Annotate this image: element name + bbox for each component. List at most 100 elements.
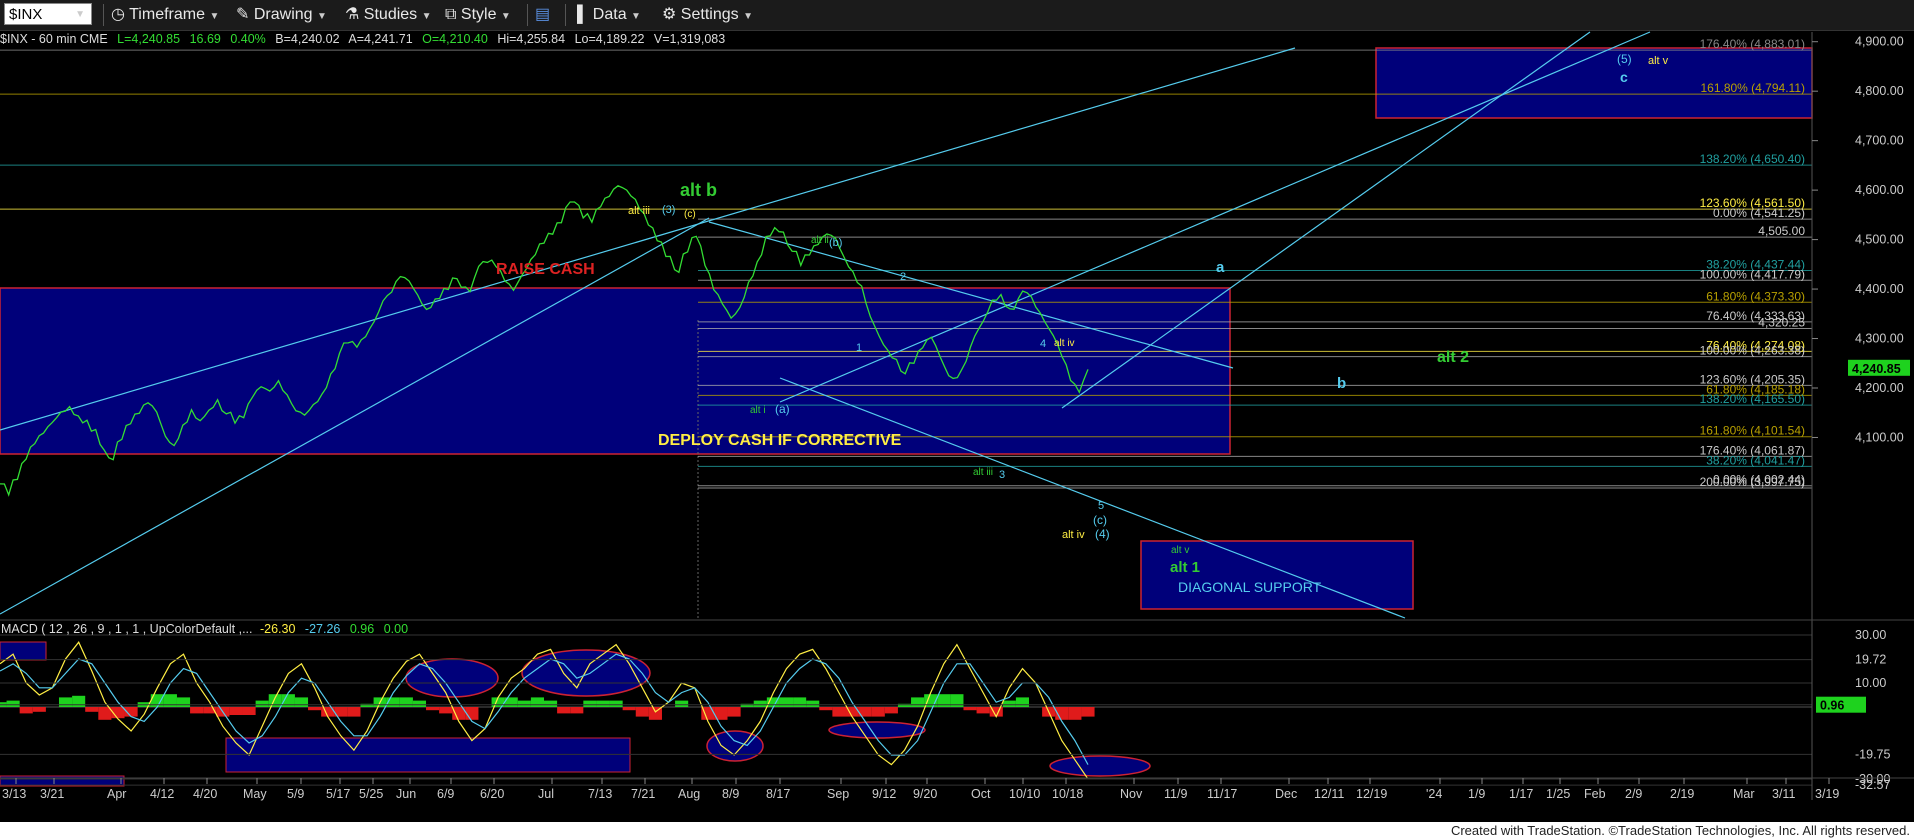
wave-annotation: (5) <box>1617 52 1632 66</box>
wave-annotation: (c) <box>684 209 696 220</box>
macd-histogram-bar <box>426 707 440 711</box>
time-tick-label: 1/17 <box>1509 787 1533 801</box>
macd-histogram-bar <box>530 697 544 707</box>
wave-annotation: 5 <box>1098 500 1104 512</box>
macd-highlight-ellipse <box>828 721 926 739</box>
time-tick-label: 9/20 <box>913 787 937 801</box>
wave-annotation: DEPLOY CASH IF CORRECTIVE <box>658 432 902 449</box>
time-tick-label: 7/13 <box>588 787 612 801</box>
last-price-label: 4,240.85 <box>1852 362 1901 376</box>
time-tick-label: 4/20 <box>193 787 217 801</box>
time-tick-label: 11/9 <box>1164 787 1187 801</box>
fib-level-label: 138.20% (4,650.40) <box>1700 152 1805 166</box>
time-tick-label: 4/12 <box>150 787 174 801</box>
macd-histogram-bar <box>190 707 204 714</box>
time-tick-label: 6/9 <box>437 787 454 801</box>
wave-annotation: alt iv <box>1062 529 1085 541</box>
macd-histogram-bar <box>294 697 309 707</box>
macd-histogram-bar <box>85 707 99 712</box>
time-tick-label: 1/25 <box>1546 787 1570 801</box>
macd-histogram-bar <box>570 707 584 714</box>
time-tick-label: 1/9 <box>1468 787 1485 801</box>
macd-histogram-bar <box>229 707 243 715</box>
macd-histogram-bar <box>583 700 597 707</box>
macd-histogram-bar <box>832 707 846 717</box>
wave-annotation: (3) <box>662 204 675 216</box>
fib-level-label: 161.80% (4,101.54) <box>1700 424 1805 438</box>
time-tick-label: Apr <box>107 787 126 801</box>
macd-histogram-bar <box>32 707 46 712</box>
macd-zero-value: 0.00 <box>383 622 409 636</box>
time-tick-label: Feb <box>1584 787 1606 801</box>
wave-annotation: 1 <box>856 342 862 354</box>
wave-annotation: alt iv <box>1054 338 1075 349</box>
macd-tick-label: 30.00 <box>1855 628 1886 642</box>
time-tick-label: 3/11 <box>1772 787 1795 801</box>
macd-histogram-bar <box>1081 707 1095 717</box>
time-tick-label: 8/17 <box>766 787 790 801</box>
wave-annotation: alt ii <box>811 235 829 246</box>
price-chart[interactable]: 176.40% (4,883.01)161.80% (4,794.11)138.… <box>0 0 1914 822</box>
fib-level-label: 38.20% (4,041.47) <box>1706 453 1805 467</box>
price-tick-label: 4,600.00 <box>1855 183 1904 197</box>
wave-annotation: (4) <box>1095 527 1110 541</box>
macd-header: MACD ( 12 , 26 , 9 , 1 , 1 , UpColorDefa… <box>1 622 408 636</box>
macd-histogram-bar <box>19 707 33 714</box>
price-tick-label: 4,800.00 <box>1855 84 1904 98</box>
price-tick-label: 4,400.00 <box>1855 282 1904 296</box>
time-tick-label: 3/19 <box>1815 787 1839 801</box>
time-tick-label: 7/21 <box>631 787 655 801</box>
macd-histogram-bar <box>793 697 807 707</box>
wave-annotation: alt v <box>1171 545 1189 556</box>
macd-histogram-bar <box>72 695 86 707</box>
time-tick-label: 12/11 <box>1314 787 1344 801</box>
cash-zone-band <box>0 287 1231 455</box>
macd-histogram-bar <box>819 707 833 711</box>
time-tick-label: 5/17 <box>326 787 350 801</box>
macd-histogram-bar <box>6 700 20 707</box>
time-tick-label: 5/9 <box>287 787 304 801</box>
fib-level-label: 138.20% (4,165.50) <box>1700 392 1805 406</box>
macd-highlight-ellipse <box>521 649 651 697</box>
fib-level-label: 176.40% (4,883.01) <box>1700 37 1805 51</box>
wave-annotation: alt iii <box>973 467 993 478</box>
macd-histogram-bar <box>622 707 636 711</box>
macd-histogram-bar <box>517 700 531 707</box>
wave-annotation: alt iii <box>628 205 650 217</box>
wave-annotation: alt 1 <box>1170 559 1200 576</box>
macd-histogram-bar <box>308 707 322 711</box>
footer: Created with TradeStation. ©TradeStation… <box>0 822 1914 840</box>
time-tick-label: Sep <box>827 787 849 801</box>
wave-annotation: (a) <box>775 402 790 416</box>
time-tick-label: Oct <box>971 787 991 801</box>
macd-histogram-bar <box>871 707 885 717</box>
macd-histogram-bar <box>1068 707 1082 720</box>
macd-histogram-bar <box>976 707 990 714</box>
time-tick-label: Mar <box>1733 787 1755 801</box>
macd-tick-label: 10.00 <box>1855 676 1886 690</box>
macd-zone-box <box>0 641 47 661</box>
time-tick-label: 3/21 <box>40 787 64 801</box>
macd-tick-label: -30.00 <box>1855 772 1890 786</box>
time-tick-label: Dec <box>1275 787 1297 801</box>
wave-annotation: DIAGONAL SUPPORT <box>1178 579 1322 595</box>
fib-level-label: 4,320.25 <box>1758 316 1805 330</box>
macd-histogram-bar <box>58 697 73 707</box>
macd-label: MACD ( 12 , 26 , 9 , 1 , 1 , UpColorDefa… <box>1 622 253 636</box>
macd-histogram-bar <box>806 700 820 707</box>
price-tick-label: 4,300.00 <box>1855 332 1904 346</box>
time-tick-label: 5/25 <box>359 787 383 801</box>
macd-tick-label: 19.72 <box>1855 653 1886 667</box>
time-tick-label: Aug <box>678 787 700 801</box>
wave-annotation: (c) <box>1093 513 1107 527</box>
macd-histogram-bar <box>596 700 610 707</box>
fib-level-label: 200.00% (3,997.75) <box>1700 475 1805 489</box>
macd-histogram-bar <box>753 700 767 707</box>
macd-histogram-bar <box>727 707 741 717</box>
time-tick-label: May <box>243 787 267 801</box>
price-tick-label: 4,700.00 <box>1855 134 1904 148</box>
time-tick-label: 6/20 <box>480 787 504 801</box>
macd-diff-value: 0.96 <box>349 622 375 636</box>
time-tick-label: 11/17 <box>1207 787 1237 801</box>
macd-histogram-bar <box>963 707 977 711</box>
